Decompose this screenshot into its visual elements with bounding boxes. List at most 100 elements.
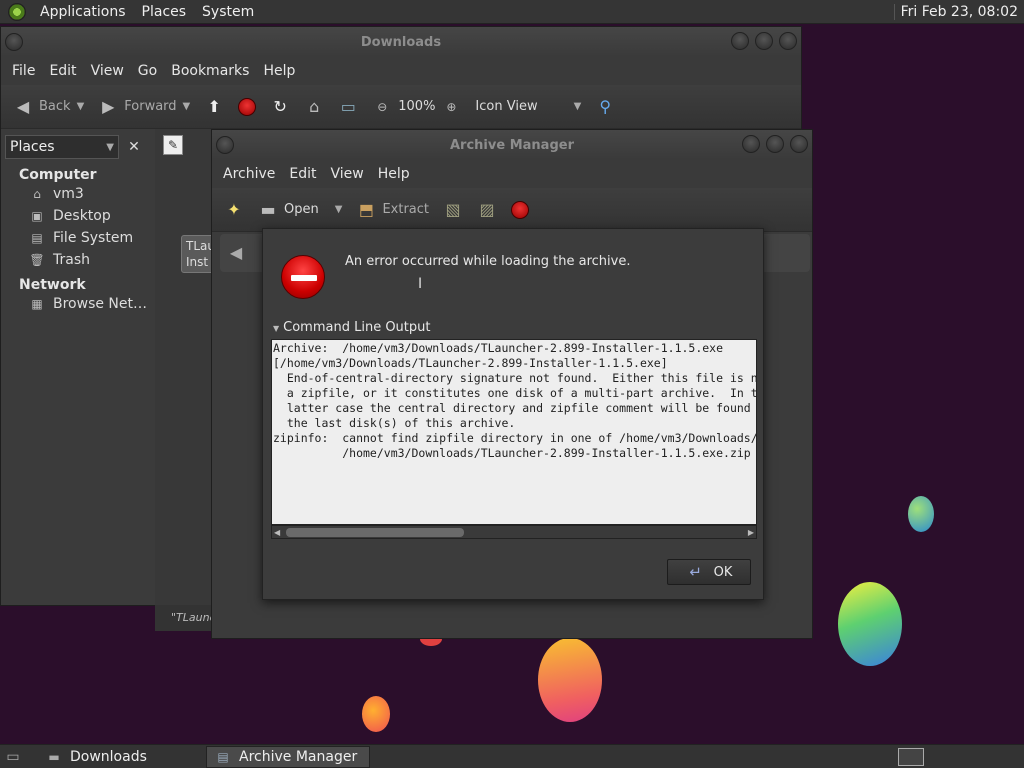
distro-logo-icon[interactable] [8, 2, 26, 21]
close-button[interactable] [779, 32, 797, 50]
minimize-button[interactable] [731, 32, 749, 50]
error-message: An error occurred while loading the arch… [345, 254, 631, 269]
menu-system[interactable]: System [194, 0, 262, 24]
extract-label: Extract [382, 202, 429, 217]
balloon-decoration [838, 582, 902, 666]
clock[interactable]: Fri Feb 23, 08:02 [893, 3, 1024, 20]
file-manager-toolbar: ◀ Back ▼ ▶ Forward ▼ ⬆ ↻ ⌂ ▭ ⊖ 100% ⊕ Ic… [1, 85, 801, 129]
home-button[interactable]: ⌂ [300, 97, 328, 117]
extract-button[interactable]: ⬒ Extract [352, 200, 433, 220]
menu-edit[interactable]: Edit [42, 63, 83, 79]
output-expander[interactable]: ▼ Command Line Output [273, 320, 431, 335]
chevron-down-icon[interactable]: ▼ [335, 204, 343, 215]
chevron-down-icon[interactable]: ▼ [77, 101, 85, 112]
menu-places[interactable]: Places [134, 0, 195, 24]
sidebar-item-label: Trash [53, 252, 90, 268]
search-button[interactable]: ⚲ [591, 97, 619, 117]
close-icon[interactable]: ✕ [123, 139, 145, 155]
show-desktop-icon[interactable]: ▭ [4, 748, 22, 766]
command-output-text: Archive: /home/vm3/Downloads/TLauncher-2… [273, 341, 757, 460]
chevron-down-icon[interactable]: ▼ [183, 101, 191, 112]
chevron-down-icon: ▼ [573, 101, 582, 112]
view-mode-select[interactable]: Icon View ▼ [471, 99, 585, 114]
bottom-panel: ▭ ▬ Downloads ▤ Archive Manager [0, 744, 1024, 768]
sidebar-item-label: File System [53, 230, 134, 246]
sidebar-group-network: Network [19, 277, 86, 293]
up-button[interactable]: ⬆ [200, 97, 228, 117]
archive-manager-titlebar[interactable]: Archive Manager [212, 130, 812, 160]
ok-label: OK [713, 564, 733, 580]
taskbar-item-downloads[interactable]: ▬ Downloads [38, 746, 202, 768]
stop-button[interactable] [507, 200, 533, 219]
sidebar-item-file-system[interactable]: ▤ File System [1, 227, 149, 249]
sidebar-selector[interactable]: Places ▼ [5, 135, 119, 159]
forward-button[interactable]: ▶ Forward ▼ [94, 97, 194, 117]
menu-edit[interactable]: Edit [282, 166, 323, 182]
stop-icon [511, 200, 529, 219]
search-icon: ⚲ [599, 96, 612, 116]
command-output[interactable]: Archive: /home/vm3/Downloads/TLauncher-2… [271, 339, 757, 525]
maximize-button[interactable] [766, 135, 784, 153]
forward-label: Forward [124, 99, 177, 114]
workspace-switcher[interactable] [898, 747, 924, 766]
zoom-level: 100% [398, 99, 436, 114]
chevron-down-icon: ▼ [106, 141, 114, 153]
zoom-controls: ⊖ 100% ⊕ [368, 97, 465, 117]
reload-button[interactable]: ↻ [266, 97, 294, 117]
close-button[interactable] [790, 135, 808, 153]
window-menu-button[interactable] [5, 33, 23, 51]
sidebar-selector-label: Places [10, 139, 55, 155]
location-edit-icon[interactable]: ✎ [163, 135, 183, 155]
sidebar-item-browse-network[interactable]: ▦ Browse Net… [1, 293, 149, 315]
menu-archive[interactable]: Archive [216, 166, 282, 182]
add-files-button[interactable]: ▧ [439, 200, 467, 220]
sidebar-group-computer: Computer [19, 167, 97, 183]
menu-help[interactable]: Help [256, 63, 302, 79]
ok-button[interactable]: ↵ OK [667, 559, 751, 585]
menu-help[interactable]: Help [371, 166, 417, 182]
balloon-decoration [362, 696, 390, 732]
places-sidebar: Places ▼ ✕ Computer ⌂ vm3 ▣ Desktop ▤ File … [1, 129, 149, 605]
menu-go[interactable]: Go [131, 63, 164, 79]
arrow-right-icon: ▶ [102, 96, 115, 116]
archive-manager-toolbar: ✦ ▬ Open ▼ ⬒ Extract ▧ ▨ [212, 188, 812, 232]
arrow-left-icon[interactable]: ◀ [226, 243, 246, 263]
scroll-right-icon[interactable]: ▶ [748, 526, 754, 539]
sidebar-item-desktop[interactable]: ▣ Desktop [1, 205, 149, 227]
window-menu-button[interactable] [216, 136, 234, 154]
archive-manager-menubar: Archive Edit View Help [212, 160, 812, 188]
new-archive-button[interactable]: ✦ [220, 200, 248, 220]
view-mode-label: Icon View [475, 99, 538, 114]
maximize-button[interactable] [755, 32, 773, 50]
zoom-in-icon[interactable]: ⊕ [441, 97, 461, 117]
drive-icon: ▤ [31, 231, 43, 245]
sidebar-item-label: vm3 [53, 186, 84, 202]
menu-view[interactable]: View [324, 166, 371, 182]
sidebar-item-label: Desktop [53, 208, 111, 224]
file-manager-titlebar[interactable]: Downloads [1, 27, 801, 57]
stop-icon [238, 97, 257, 116]
stop-button[interactable] [234, 97, 260, 116]
file-manager-menubar: File Edit View Go Bookmarks Help [1, 57, 801, 85]
open-button[interactable]: ▬ Open ▼ [254, 200, 346, 220]
scrollbar-thumb[interactable] [286, 528, 464, 537]
menu-bookmarks[interactable]: Bookmarks [164, 63, 256, 79]
scroll-left-icon[interactable]: ◀ [274, 526, 280, 539]
horizontal-scrollbar[interactable]: ◀ ▶ [271, 525, 757, 539]
menu-file[interactable]: File [5, 63, 42, 79]
output-label: Command Line Output [283, 320, 431, 335]
sidebar-item-label: Browse Net… [53, 296, 148, 312]
open-label: Open [284, 202, 319, 217]
taskbar-item-archive-manager[interactable]: ▤ Archive Manager [206, 745, 370, 768]
zoom-out-icon[interactable]: ⊖ [372, 97, 392, 117]
menu-view[interactable]: View [84, 63, 131, 79]
computer-button[interactable]: ▭ [334, 97, 362, 117]
arrow-up-icon: ⬆ [207, 96, 221, 116]
arrow-left-icon: ◀ [16, 96, 30, 116]
menu-applications[interactable]: Applications [32, 0, 134, 24]
sidebar-item-vm3[interactable]: ⌂ vm3 [1, 183, 149, 205]
back-button[interactable]: ◀ Back ▼ [9, 97, 88, 117]
minimize-button[interactable] [742, 135, 760, 153]
sidebar-item-trash[interactable]: 🗑 Trash [1, 249, 149, 271]
add-folder-button[interactable]: ▨ [473, 200, 501, 220]
